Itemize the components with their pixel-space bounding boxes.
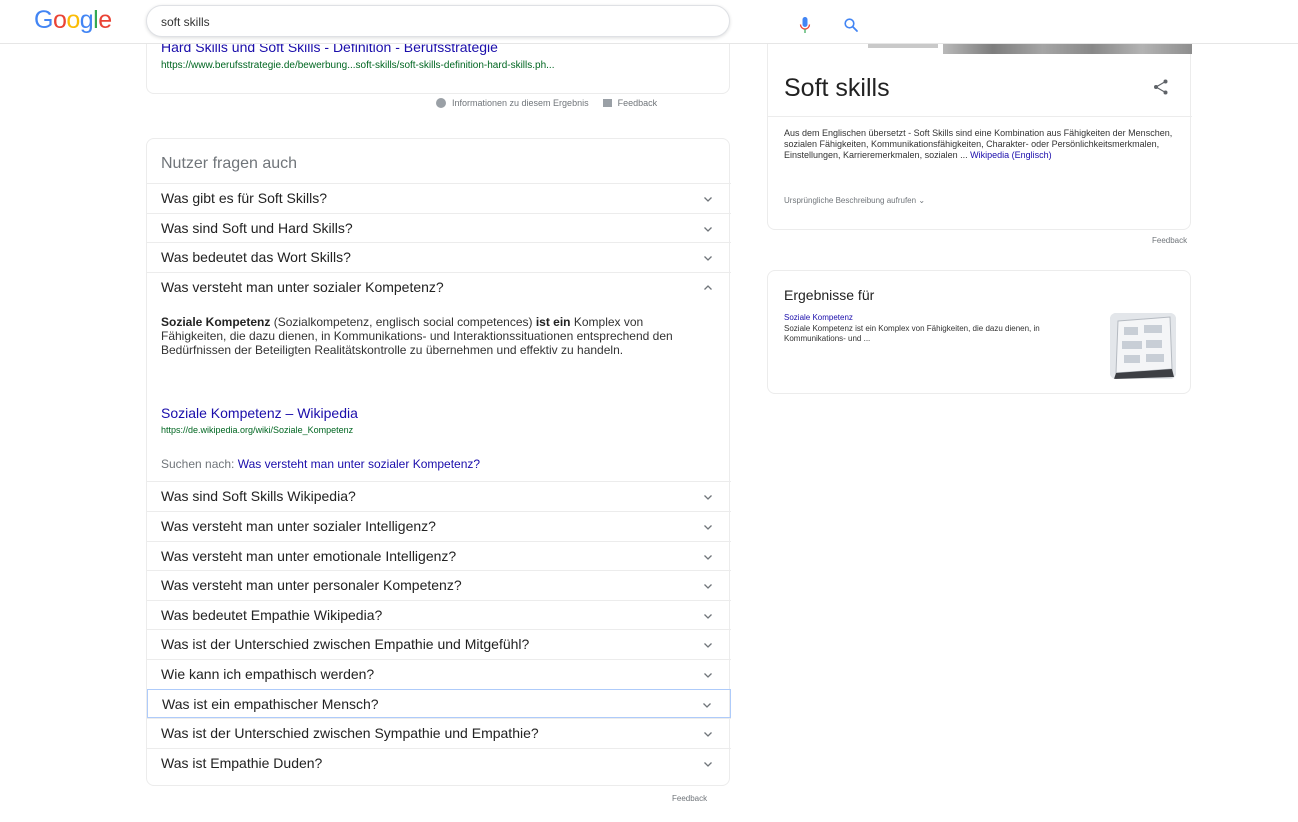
paa-question-text: Was gibt es für Soft Skills? <box>161 190 327 206</box>
chevron-down-icon <box>704 761 712 767</box>
knowledge-panel-description: Aus dem Englischen übersetzt - Soft Skil… <box>784 128 1180 161</box>
paa-question[interactable]: Was sind Soft Skills Wikipedia? <box>147 481 731 511</box>
paa-question-expanded[interactable]: Was versteht man unter sozialer Kompeten… <box>147 271 731 302</box>
paa-question-text: Was versteht man unter sozialer Intellig… <box>161 517 436 534</box>
paa-question-text: Was versteht man unter sozialer Kompeten… <box>161 278 444 295</box>
top-bar: Google <box>0 0 1298 44</box>
paa-question-text: Was ist ein empathischer Mensch? <box>162 695 379 712</box>
paa-question[interactable]: Was sind Soft und Hard Skills? <box>147 212 731 243</box>
paa-heading: Nutzer fragen auch <box>161 155 298 172</box>
chevron-down-icon <box>704 584 712 590</box>
paa-question-text: Was sind Soft und Hard Skills? <box>161 219 353 236</box>
feedback-icon <box>602 99 612 107</box>
paa-question-text: Was ist Empathie Duden? <box>161 754 323 771</box>
paa-question-text: Was bedeutet Empathie Wikipedia? <box>161 606 383 623</box>
paa-question-hovered[interactable]: Was ist ein empathischer Mensch? <box>147 688 731 719</box>
chevron-down-icon: ⌄ <box>918 196 926 205</box>
paa-list: Was gibt es für Soft Skills? Was sind So… <box>147 183 731 777</box>
search-input[interactable] <box>161 13 641 31</box>
chevron-down-icon <box>704 613 712 619</box>
mic-icon[interactable] <box>799 17 811 34</box>
paa-question-text: Was ist der Unterschied zwischen Sympath… <box>161 725 539 742</box>
share-icon[interactable] <box>1152 78 1170 96</box>
paa-question[interactable]: Was ist Empathie Duden? <box>147 747 731 778</box>
chevron-down-icon <box>704 672 712 678</box>
chevron-down-icon <box>704 226 712 232</box>
people-also-ask: Nutzer fragen auch Was gibt es für Soft … <box>146 138 731 786</box>
original-description-label: Ursprüngliche Beschreibung aufrufen <box>784 196 917 205</box>
results-for-heading: Ergebnisse für <box>784 287 875 303</box>
paa-feedback-link[interactable]: Feedback <box>672 794 707 803</box>
paa-question-text: Was versteht man unter emotionale Intell… <box>161 547 457 564</box>
answer-bold-term: Soziale Kompetenz <box>161 315 271 330</box>
chevron-up-icon <box>704 284 712 290</box>
paa-answer: Soziale Kompetenz (Sozialkompetenz, engl… <box>147 301 731 481</box>
knowledge-panel-title: Soft skills <box>784 74 890 102</box>
chevron-down-icon <box>704 554 712 560</box>
chevron-down-icon <box>703 702 711 708</box>
knowledge-panel: Soft skills Aus dem Englischen übersetzt… <box>767 30 1192 230</box>
paa-question[interactable]: Was versteht man unter personaler Kompet… <box>147 570 731 600</box>
paa-question-text: Was ist der Unterschied zwischen Empathi… <box>161 636 530 653</box>
chevron-down-icon <box>704 495 712 501</box>
results-for-link[interactable]: Soziale Kompetenz <box>784 313 853 322</box>
paa-question[interactable]: Was ist der Unterschied zwischen Sympath… <box>147 718 731 748</box>
paa-question[interactable]: Wie kann ich empathisch werden? <box>147 658 731 689</box>
result-info-link[interactable]: Informationen zu diesem Ergebnis <box>452 98 589 108</box>
paa-question-text: Wie kann ich empathisch werden? <box>161 665 375 682</box>
search-for-prefix: Suchen nach: <box>161 457 238 472</box>
answer-search-for: Suchen nach: Was versteht man unter sozi… <box>161 457 480 471</box>
paa-question[interactable]: Was ist der Unterschied zwischen Empathi… <box>147 629 731 659</box>
description-source-link[interactable]: Wikipedia (Englisch) <box>970 150 1052 160</box>
result-info-bar: Informationen zu diesem Ergebnis Feedback <box>436 98 657 108</box>
paa-question-text: Was sind Soft Skills Wikipedia? <box>161 488 356 505</box>
paa-question[interactable]: Was bedeutet Empathie Wikipedia? <box>147 599 731 630</box>
result-url: https://www.berufsstrategie.de/bewerbung… <box>161 60 555 71</box>
paa-question-text: Was bedeutet das Wort Skills? <box>161 249 351 266</box>
search-icon[interactable] <box>843 17 859 33</box>
paa-question[interactable]: Was bedeutet das Wort Skills? <box>147 242 731 272</box>
answer-bold-part: ist ein <box>535 315 571 330</box>
paa-question[interactable]: Was versteht man unter emotionale Intell… <box>147 540 731 571</box>
answer-source-link[interactable]: Soziale Kompetenz – Wikipedia <box>161 405 358 421</box>
google-logo[interactable]: Google <box>34 6 112 35</box>
chevron-down-icon <box>704 525 712 530</box>
results-for-card: Ergebnisse für Soziale Kompetenz Soziale… <box>767 270 1191 394</box>
results-for-thumbnail[interactable] <box>1110 313 1176 379</box>
answer-source-url: https://de.wikipedia.org/wiki/Soziale_Ko… <box>161 425 354 436</box>
chevron-down-icon <box>704 643 712 649</box>
answer-text-part: (Sozialkompetenz, englisch social compet… <box>270 315 536 330</box>
results-for-snippet: Soziale Kompetenz ist ein Komplex von Fä… <box>784 324 1040 343</box>
chevron-down-icon <box>704 732 712 738</box>
knowledge-panel-image-strip[interactable] <box>868 44 938 48</box>
original-description-link[interactable]: Ursprüngliche Beschreibung aufrufen ⌄ <box>784 196 925 205</box>
answer-snippet: Soziale Kompetenz (Sozialkompetenz, engl… <box>161 315 681 357</box>
chevron-down-icon <box>704 197 712 202</box>
divider <box>768 116 1192 117</box>
paa-question-text: Was versteht man unter personaler Kompet… <box>161 577 462 594</box>
paa-question[interactable]: Was versteht man unter sozialer Intellig… <box>147 510 731 541</box>
knowledge-panel-image[interactable] <box>943 44 1192 54</box>
paa-question[interactable]: Was gibt es für Soft Skills? <box>147 183 731 213</box>
chevron-down-icon <box>704 256 712 262</box>
result-feedback-link[interactable]: Feedback <box>618 98 658 108</box>
search-box[interactable] <box>146 5 858 37</box>
knowledge-panel-feedback-link[interactable]: Feedback <box>1152 236 1187 245</box>
info-icon <box>436 98 446 108</box>
search-for-link[interactable]: Was versteht man unter sozialer Kompeten… <box>238 457 480 471</box>
thumbnail-illustration <box>1110 313 1176 379</box>
